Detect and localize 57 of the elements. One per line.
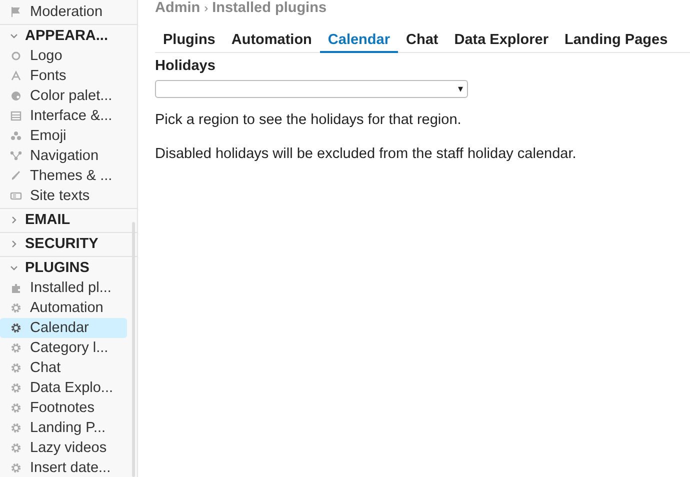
gear-icon bbox=[10, 302, 22, 314]
sidebar-item[interactable]: Logo bbox=[0, 46, 127, 66]
letter-icon bbox=[10, 70, 22, 82]
breadcrumb-link[interactable]: Admin bbox=[155, 0, 200, 16]
tab[interactable]: Calendar bbox=[320, 30, 398, 53]
puzzle-icon bbox=[10, 282, 22, 294]
section-header[interactable]: SECURITY bbox=[0, 234, 137, 254]
sidebar-item[interactable]: Moderation bbox=[0, 2, 127, 22]
section-header[interactable]: APPEARA... bbox=[0, 26, 137, 46]
sidebar-item[interactable]: Interface &... bbox=[0, 106, 127, 126]
sidebar-item[interactable]: Navigation bbox=[0, 146, 127, 166]
gear-icon bbox=[10, 402, 22, 414]
gear-icon bbox=[10, 442, 22, 454]
card-icon bbox=[10, 190, 22, 202]
brush-icon bbox=[10, 170, 22, 182]
section-header[interactable]: PLUGINS bbox=[0, 258, 137, 278]
tab[interactable]: Data Explorer bbox=[446, 30, 557, 53]
tab[interactable]: Plugins bbox=[155, 30, 224, 53]
sidebar-item[interactable]: Themes & ... bbox=[0, 166, 127, 186]
sidebar-item[interactable]: Insert date... bbox=[0, 458, 127, 477]
gear-icon bbox=[10, 362, 22, 374]
list-icon bbox=[10, 110, 22, 122]
sidebar-item[interactable]: Lazy videos bbox=[0, 438, 127, 458]
tab[interactable]: Automation bbox=[223, 30, 320, 53]
sidebar-item[interactable]: Chat bbox=[0, 358, 127, 378]
chevron-down-icon bbox=[10, 32, 18, 40]
chevron-down-icon bbox=[10, 264, 18, 272]
gear-icon bbox=[10, 322, 22, 334]
breadcrumb-separator: › bbox=[204, 1, 208, 15]
sidebar-item[interactable]: Category l... bbox=[0, 338, 127, 358]
sidebar-item[interactable]: Calendar bbox=[0, 318, 127, 338]
sidebar-item[interactable]: Emoji bbox=[0, 126, 127, 146]
sidebar-item[interactable]: Data Explo... bbox=[0, 378, 127, 398]
network-icon bbox=[10, 150, 22, 162]
setting-label: Holidays bbox=[155, 57, 216, 76]
page-title: Installed plugins bbox=[212, 0, 327, 16]
sidebar-item[interactable]: Automation bbox=[0, 298, 127, 318]
cluster-icon bbox=[10, 130, 22, 142]
sidebar-item[interactable]: Fonts bbox=[0, 66, 127, 86]
tab[interactable]: Landing Pages bbox=[556, 30, 676, 53]
gear-icon bbox=[10, 342, 22, 354]
region-dropdown[interactable]: ▾ bbox=[155, 80, 468, 98]
sidebar-item[interactable]: Footnotes bbox=[0, 398, 127, 418]
tab[interactable]: Chat bbox=[398, 30, 446, 53]
description-text: Disabled holidays will be excluded from the staff holiday calendar. bbox=[155, 145, 578, 164]
gear-icon bbox=[10, 422, 22, 434]
flag-icon bbox=[10, 6, 22, 18]
chevron-right-icon bbox=[10, 240, 18, 248]
gear-icon bbox=[10, 462, 22, 474]
section-header[interactable]: EMAIL bbox=[0, 210, 137, 230]
gear-icon bbox=[10, 382, 22, 394]
sidebar-item[interactable]: Site texts bbox=[0, 186, 127, 206]
sidebar-item[interactable]: Color palet... bbox=[0, 86, 127, 106]
sidebar-item[interactable]: Installed pl... bbox=[0, 278, 127, 298]
sidebar-item[interactable]: Landing P... bbox=[0, 418, 127, 438]
description-text: Pick a region to see the holidays for that region. bbox=[155, 111, 462, 130]
chevron-right-icon bbox=[10, 216, 18, 224]
